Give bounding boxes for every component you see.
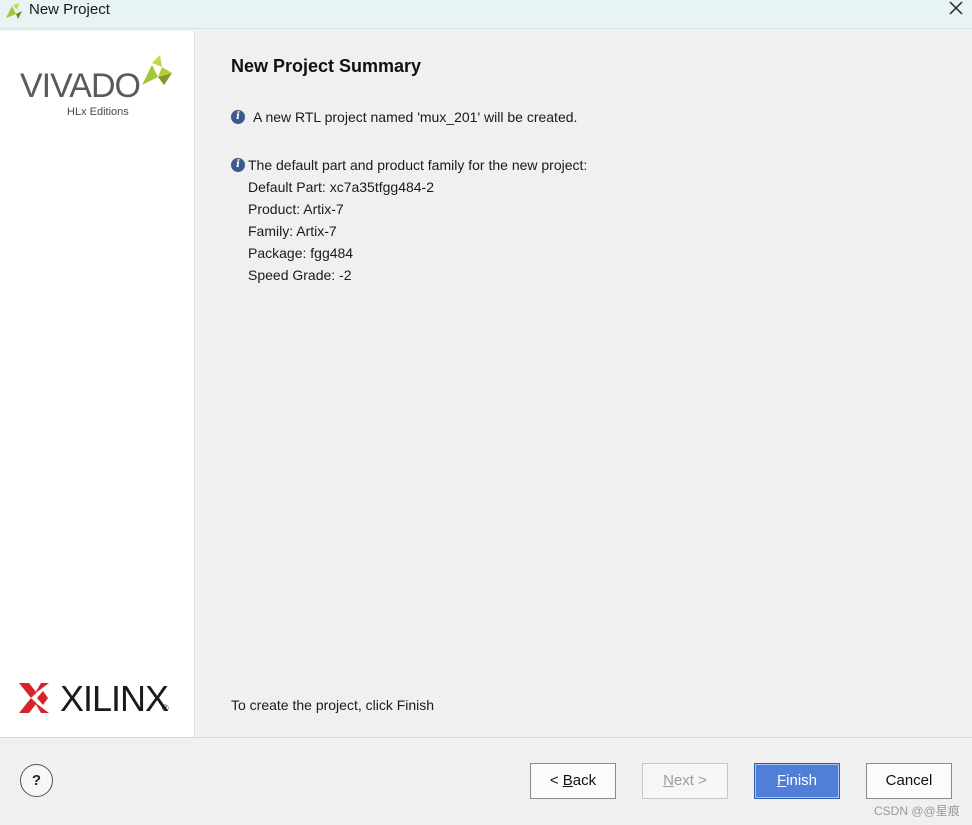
summary-panel: New Project Summary i A new RTL project … [196, 31, 972, 737]
vivado-app-icon [6, 3, 22, 19]
sidebar: VIVADO HLx Editions XILINX ® [0, 31, 195, 737]
default-part-text: Default Part: xc7a35tfgg484-2 [248, 179, 435, 195]
footer-divider [0, 737, 972, 738]
vivado-logo: VIVADO HLx Editions [18, 55, 173, 121]
xilinx-logo-text: XILINX [60, 678, 169, 719]
vivado-logo-text: VIVADO [20, 67, 141, 105]
part-intro-text: The default part and product family for … [248, 157, 588, 173]
info-icon: i [231, 110, 245, 124]
speed-grade-text: Speed Grade: -2 [248, 267, 352, 283]
close-icon[interactable] [945, 0, 967, 18]
project-created-text: A new RTL project named 'mux_201' will b… [253, 109, 578, 125]
next-button[interactable]: Next > [642, 763, 728, 799]
watermark: CSDN @@星痕 [874, 804, 960, 818]
page-title: New Project Summary [231, 56, 422, 76]
finish-button-mnemonic: F [776, 772, 787, 789]
package-text: Package: fgg484 [248, 245, 354, 261]
back-button-label: ack [572, 772, 597, 789]
window-title: New Project [29, 1, 110, 18]
product-text: Product: Artix-7 [248, 201, 344, 217]
info-icon: i [231, 158, 245, 172]
xilinx-mark-icon [19, 683, 49, 713]
cancel-button[interactable]: Cancel [866, 763, 952, 799]
next-button-label: ext > [673, 772, 707, 789]
vivado-leaf-icon [142, 55, 172, 85]
title-bar: New Project [0, 0, 972, 29]
family-text: Family: Artix-7 [248, 223, 337, 239]
finish-button-label: inish [786, 772, 818, 789]
finish-hint-text: To create the project, click Finish [231, 697, 435, 713]
xilinx-registered-mark: ® [162, 703, 169, 713]
back-button[interactable]: < Back [530, 763, 616, 799]
next-button-mnemonic: N [663, 772, 674, 789]
help-button[interactable]: ? [20, 764, 53, 797]
back-button-prefix: < [549, 772, 563, 789]
finish-button[interactable]: Finish [754, 763, 840, 799]
vivado-logo-subtitle: HLx Editions [67, 106, 129, 118]
xilinx-logo: XILINX ® [19, 680, 174, 720]
back-button-mnemonic: B [562, 772, 573, 789]
